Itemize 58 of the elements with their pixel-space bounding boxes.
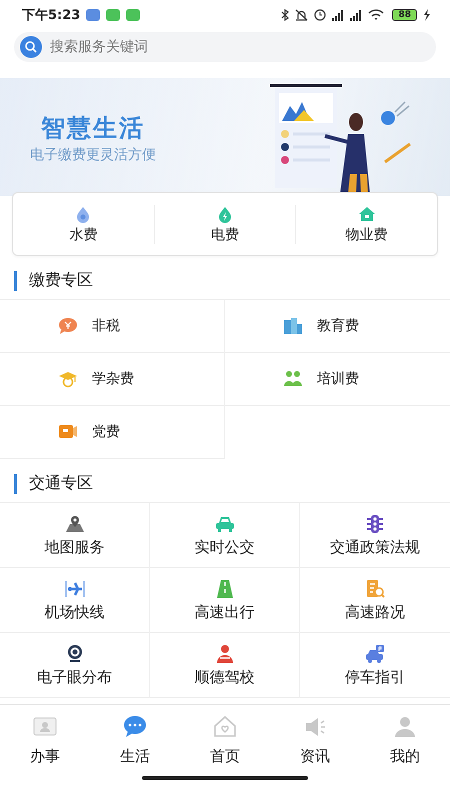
quick-pay-item[interactable]: 电费 [154,204,296,244]
banner-title: 智慧生活 [40,113,146,144]
service-item[interactable]: 教育费 [225,300,450,353]
building-icon [283,316,303,336]
chat-bubble-icon [123,715,147,739]
service-item[interactable]: 党费 [0,406,225,459]
service-item[interactable]: 高速出行 [150,568,300,633]
quick-pay-item[interactable]: 物业费 [295,204,438,244]
service-item[interactable]: 高速路况 [300,568,450,633]
signal-icon [332,9,344,21]
battery-level: 88 [392,9,417,21]
service-item[interactable]: 学杂费 [0,353,225,406]
house-icon [358,204,376,222]
service-item[interactable]: 实时公交 [150,503,300,568]
wifi-icon [368,9,384,21]
parking-car-icon [365,644,385,664]
speaker-icon [303,715,327,739]
service-item[interactable]: 电子眼分布 [0,633,150,698]
tab-bar-item[interactable]: 生活 [90,715,180,766]
service-item[interactable]: 顺德驾校 [150,633,300,698]
traffic-light-icon [365,514,385,534]
service-item[interactable]: 培训费 [225,353,450,406]
service-item[interactable]: 机场快线 [0,568,150,633]
section-title: 缴费专区 [29,270,93,291]
service-item[interactable]: 停车指引 [300,633,450,698]
tab-bar-item[interactable]: 办事 [0,715,90,766]
document-search-icon [365,578,385,598]
coin-bubble-icon [58,316,78,336]
airplane-icon [64,578,84,598]
quick-pay-item[interactable]: 水费 [13,204,154,244]
app-notification-icon [86,8,100,22]
person-icon [393,715,417,739]
charging-icon [423,9,430,21]
map-pin-icon [64,514,84,534]
tab-bar-item[interactable]: 我的 [360,715,450,766]
service-item[interactable]: 非税 [0,300,225,353]
section-title: 交通专区 [29,473,93,494]
search-icon [20,36,42,58]
people-icon [283,369,303,389]
home-icon [213,715,237,739]
lightning-drop-icon [216,204,234,222]
search-field[interactable]: 搜索服务关键词 [50,33,430,61]
bell-muted-icon [295,9,308,21]
tab-bar-item[interactable]: 首页 [180,715,270,766]
bluetooth-icon [281,9,290,21]
status-time: 下午5:23 [22,7,80,24]
tab-bar-item[interactable]: 资讯 [270,715,360,766]
signal-icon [350,9,362,21]
driver-icon [214,644,234,664]
service-item[interactable]: 地图服务 [0,503,150,568]
banner-subtitle: 电子缴费更灵活方便 [30,146,156,164]
app-notification-icon [106,8,120,22]
road-icon [214,578,234,598]
graduation-cap-icon [58,369,78,389]
app-notification-icon [126,8,140,22]
alarm-clock-icon [314,9,326,21]
service-item[interactable]: 交通政策法规 [300,503,450,568]
search-bar[interactable]: 搜索服务关键词 [14,32,436,62]
